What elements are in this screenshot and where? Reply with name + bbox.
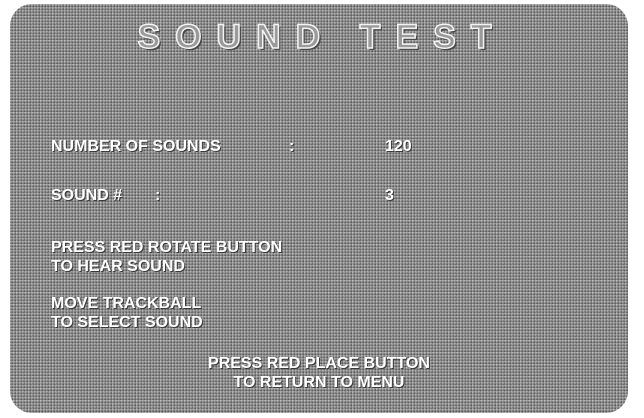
sound-test-screen: SOUND TEST NUMBER OF SOUNDS : 120 SOUND … bbox=[10, 4, 628, 413]
place-instruction-line1: PRESS RED PLACE BUTTON bbox=[208, 355, 430, 372]
rotate-instruction-line1: PRESS RED ROTATE BUTTON bbox=[51, 239, 283, 256]
trackball-instruction-line1: MOVE TRACKBALL bbox=[51, 295, 202, 312]
sound-number-label: SOUND # bbox=[51, 187, 123, 204]
trackball-instruction-line2: TO SELECT SOUND bbox=[51, 314, 203, 331]
place-instruction-line2: TO RETURN TO MENU bbox=[233, 374, 405, 391]
rotate-instruction-line2: TO HEAR SOUND bbox=[51, 258, 185, 275]
number-of-sounds-label: NUMBER OF SOUNDS bbox=[51, 138, 221, 155]
screen-title: SOUND TEST bbox=[137, 17, 507, 57]
sound-number-separator: : bbox=[155, 187, 161, 204]
sound-number-value: 3 bbox=[385, 187, 394, 204]
number-of-sounds-value: 120 bbox=[385, 138, 412, 155]
number-of-sounds-separator: : bbox=[289, 138, 295, 155]
